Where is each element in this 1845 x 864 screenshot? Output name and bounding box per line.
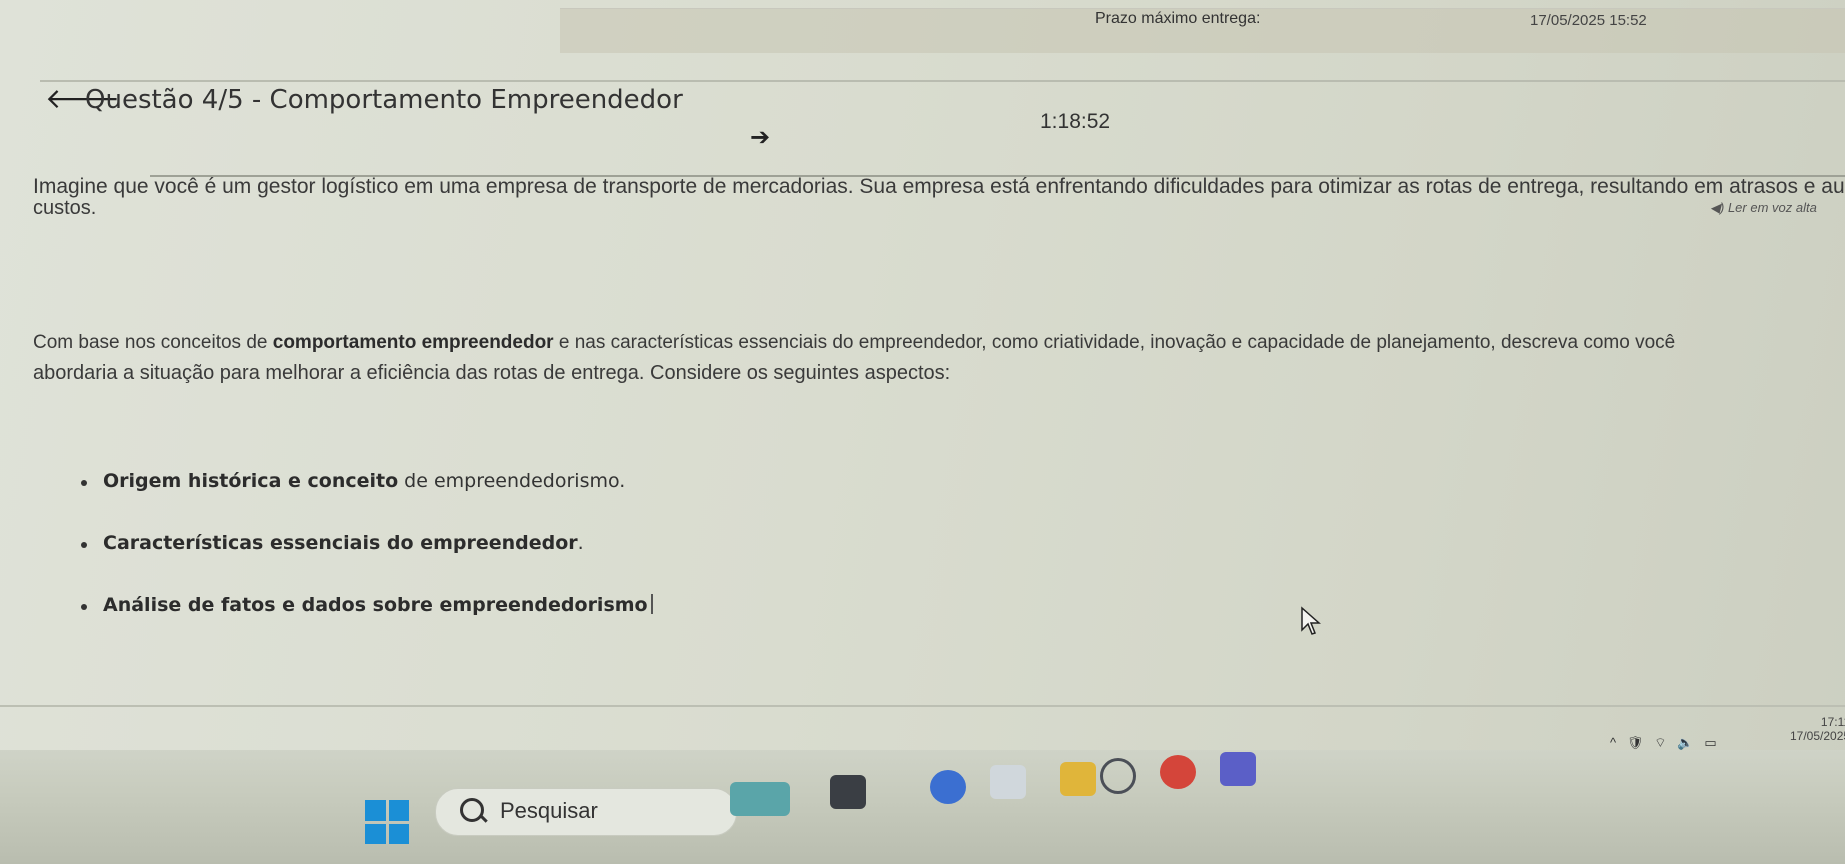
list-item: Análise de fatos e dados sobre empreende…: [75, 594, 653, 656]
list-item-bold: Análise de fatos e dados sobre empreende…: [103, 594, 648, 616]
list-item-text: de empreendedorismo.: [398, 470, 626, 492]
chrome-icon[interactable]: [1160, 755, 1196, 789]
deadline-value: 17/05/2025 15:52: [1530, 12, 1647, 29]
read-aloud-button[interactable]: ◀) Ler em voz alta: [1710, 200, 1817, 216]
read-aloud-label: Ler em voz alta: [1727, 200, 1817, 215]
header-divider: [40, 80, 1845, 82]
question-paragraph-1: Imagine que você é um gestor logístico e…: [33, 175, 1845, 198]
list-item-bold: Características essenciais do empreended…: [103, 532, 578, 554]
list-item-bold: Origem histórica e conceito: [103, 470, 399, 492]
list-item: Características essenciais do empreended…: [75, 532, 653, 594]
taskbar-search-placeholder: Pesquisar: [500, 798, 598, 823]
clock-time: 17:11: [1820, 715, 1845, 729]
content-divider: [150, 115, 1845, 177]
question-paragraph-1-line-2: custos.: [33, 197, 97, 219]
paragraph-2-text: Com base nos conceitos de: [33, 332, 273, 353]
taskbar-app-icon[interactable]: [930, 770, 966, 804]
list-item-text: .: [577, 532, 584, 554]
search-icon: [460, 798, 484, 822]
bullet-dot: [81, 604, 87, 610]
taskbar-app-icon[interactable]: [830, 775, 866, 809]
question-title: Questão 4/5 - Comportamento Empreendedor: [85, 85, 683, 115]
paragraph-2-emphasis: comportamento empreendedor: [272, 332, 554, 353]
taskbar-clock[interactable]: 17:11 17/05/2025: [1790, 715, 1845, 743]
deadline-label: Prazo máximo entrega:: [1095, 10, 1261, 27]
taskbar: [0, 750, 1845, 864]
paragraph-2-text-cont: e nas características essenciais do empr…: [553, 332, 1676, 353]
text-caret: [650, 594, 653, 614]
arrow-left-icon[interactable]: 🡐: [45, 85, 120, 113]
question-paragraph-2-line-2: abordaria a situação para melhorar a efi…: [33, 362, 951, 384]
exam-page: Prazo máximo entrega: 17/05/2025 15:52 🡐…: [0, 0, 1845, 864]
folder-icon[interactable]: [1060, 762, 1096, 796]
list-item: Origem histórica e conceito de empreende…: [75, 470, 653, 532]
clock-date: 17/05/2025: [1790, 729, 1845, 743]
taskbar-app-icon[interactable]: [730, 782, 790, 816]
teams-icon[interactable]: [1220, 752, 1256, 786]
answer-area-divider: [0, 705, 1845, 707]
windows-start-icon[interactable]: [365, 800, 409, 844]
question-paragraph-2: Com base nos conceitos de comportamento …: [33, 332, 1675, 354]
gear-icon[interactable]: [1100, 758, 1136, 794]
mouse-pointer-icon: [1301, 606, 1321, 635]
bullet-dot: [81, 480, 87, 486]
system-tray[interactable]: ^ 🛡 ⌔ 🔈 ▭: [1610, 735, 1717, 751]
bullet-dot: [81, 542, 87, 548]
speaker-icon: ◀): [1710, 200, 1725, 215]
taskbar-app-icon[interactable]: [990, 765, 1026, 799]
aspects-list: Origem histórica e conceito de empreende…: [75, 470, 653, 656]
